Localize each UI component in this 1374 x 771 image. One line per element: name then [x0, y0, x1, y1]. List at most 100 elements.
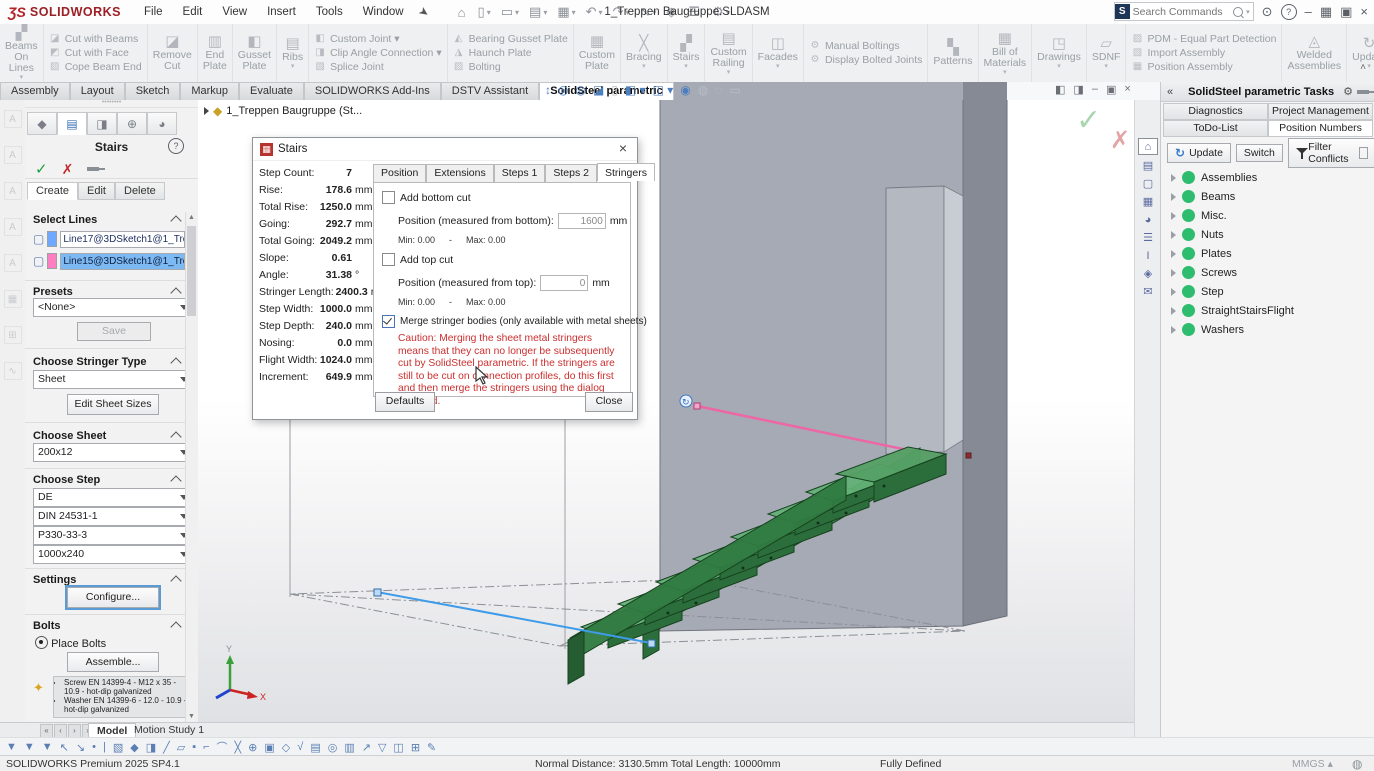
polygon-icon[interactable]: ◇ — [282, 741, 290, 754]
help-icon[interactable]: ? — [1281, 4, 1297, 20]
panel-grip[interactable]: •••••••• — [25, 100, 198, 108]
plane-icon[interactable]: ▱ — [177, 741, 185, 754]
command-tab[interactable]: SOLIDWORKS Add-Ins — [304, 82, 441, 100]
solidsteel-tasks-icon[interactable]: I — [1139, 248, 1157, 263]
separator-icon[interactable]: | — [103, 741, 106, 753]
task-pane-tab[interactable]: Project Management — [1268, 103, 1373, 120]
units-selector[interactable]: MMGS ▴ — [1292, 758, 1333, 770]
pane-gear-icon[interactable]: ⚙ — [1343, 85, 1353, 98]
expand-caret-icon[interactable] — [1171, 307, 1176, 315]
menu-item[interactable]: Insert — [258, 3, 305, 21]
select-arrow-icon[interactable]: ↖ — [60, 741, 69, 754]
update-button[interactable]: ↻ Update — [1167, 143, 1231, 163]
filter-edges-icon[interactable]: ▼ — [42, 741, 53, 753]
measure-icon[interactable]: ◎ — [328, 741, 338, 754]
tree-expand-icon[interactable] — [204, 107, 209, 115]
ribbon-command[interactable]: ◬ Welded Assemblies — [1282, 24, 1347, 82]
select-lines-header[interactable]: Select Lines — [33, 214, 97, 226]
expand-caret-icon[interactable] — [1171, 269, 1176, 277]
close-app-icon[interactable]: × — [1360, 4, 1368, 19]
expand-caret-icon[interactable] — [1171, 212, 1176, 220]
line-endpoint[interactable] — [374, 589, 381, 596]
box-icon[interactable]: ▧ — [113, 741, 123, 754]
merge-stringers-checkbox[interactable]: Merge stringer bodies (only available wi… — [382, 315, 647, 328]
dialog-tab[interactable]: Steps 2 — [545, 164, 597, 182]
edit-appearance-icon[interactable]: ◍ — [698, 83, 708, 97]
minimize-app-icon[interactable]: – — [1305, 4, 1312, 19]
pm-tab-dimxpert-icon[interactable]: ⊕ — [117, 112, 147, 135]
ribbon-command[interactable]: ⚙Manual Boltings ⚙Display Bolted Joints — [804, 24, 928, 82]
open-icon[interactable]: ▭▾ — [498, 4, 522, 20]
design-library-icon[interactable]: ▤ — [1139, 158, 1157, 173]
pm-mode-tab[interactable]: Delete — [115, 182, 165, 200]
command-tab[interactable]: Markup — [180, 82, 239, 100]
table-tool-icon[interactable]: ▤ — [310, 741, 320, 754]
ribbon-command[interactable]: ▱ SDNF ▾ — [1087, 24, 1127, 82]
filter-conflicts-button[interactable]: Filter Conflicts — [1288, 138, 1374, 168]
close-window-icon[interactable]: × — [1124, 83, 1130, 96]
pane-pin-icon[interactable] — [1357, 90, 1369, 94]
point-icon[interactable]: • — [92, 741, 96, 753]
first-tab-icon[interactable]: « — [40, 724, 53, 738]
command-tab[interactable]: Assembly — [0, 82, 70, 100]
step-dropdown[interactable]: 1000x240 — [33, 545, 193, 564]
custom-properties-icon[interactable]: ☰ — [1139, 230, 1157, 245]
ribbon-command[interactable]: ╳ Bracing ▾ — [621, 24, 668, 82]
pm-tab-assembly-icon[interactable]: ◆ — [27, 112, 57, 135]
line-endpoint[interactable] — [694, 403, 700, 409]
ribbon-command[interactable]: ▦ Custom Plate — [574, 24, 621, 82]
ribbon-command[interactable]: ↻ Update ▾ — [1347, 24, 1374, 82]
collapse-chevron-icon[interactable] — [170, 475, 181, 486]
filter-vertices-icon[interactable]: ▼ — [24, 741, 35, 753]
text-note-icon[interactable]: A — [4, 110, 22, 128]
ribbon-command[interactable]: ◧Custom Joint ▾ ◨Clip Angle Connection ▾… — [309, 24, 448, 82]
menu-item[interactable]: Edit — [174, 3, 212, 21]
selected-line-row[interactable]: ▢ Line17@3DSketch1@1_Treppe — [33, 230, 185, 248]
stringer-type-header[interactable]: Choose Stringer Type — [33, 356, 146, 368]
step-dropdown[interactable]: P330-33-3 — [33, 526, 193, 545]
hide-show-icon[interactable]: ◉ — [680, 83, 690, 97]
motion-study-tab[interactable]: Motion Study 1 — [126, 723, 212, 737]
view-orientation-icon[interactable]: ◧ ▾ — [625, 83, 646, 97]
cancel-button[interactable]: ✗ — [62, 161, 74, 178]
pm-tab-configurations-icon[interactable]: ◨ — [87, 112, 117, 135]
grid-icon[interactable]: ⊞ — [411, 741, 420, 754]
prev-tab-icon[interactable]: ‹ — [54, 724, 67, 738]
search-commands-box[interactable]: S ▾ — [1114, 2, 1254, 21]
tree-row[interactable]: Assemblies — [1171, 168, 1294, 187]
settings-header[interactable]: Settings — [33, 574, 76, 586]
bottom-cut-position-input[interactable] — [558, 213, 606, 229]
pm-tab-appearance-icon[interactable]: ◕ — [147, 112, 177, 135]
ribbon-command[interactable]: ▦ Bill of Materials ▾ — [979, 24, 1033, 82]
filter-conflicts-checkbox[interactable] — [1359, 147, 1368, 159]
search-icon[interactable] — [1233, 7, 1243, 17]
wall-edge-handle[interactable] — [966, 453, 971, 458]
pm-mode-tab[interactable]: Edit — [78, 182, 115, 200]
fillet-icon[interactable]: ◆ — [130, 741, 138, 754]
save-button[interactable]: Save — [77, 322, 151, 341]
annotate-icon[interactable]: ✎ — [427, 741, 436, 754]
expand-caret-icon[interactable] — [1171, 174, 1176, 182]
edit-sheet-sizes-button[interactable]: Edit Sheet Sizes — [67, 394, 159, 415]
collapse-chevron-icon[interactable] — [170, 621, 181, 632]
dialog-tab[interactable]: Steps 1 — [494, 164, 546, 182]
bolt-set-list[interactable]: Screw EN 14399-4 - M12 x 35 - 10.9 - hot… — [53, 676, 189, 718]
ribbon-command[interactable]: ◫ Facades ▾ — [753, 24, 804, 82]
next-tab-icon[interactable]: › — [68, 724, 81, 738]
ribbon-command[interactable]: ▨PDM - Equal Part Detection ▧Import Asse… — [1126, 24, 1282, 82]
minimize-window-icon[interactable]: – — [1092, 83, 1098, 96]
top-cut-position-input[interactable] — [540, 275, 588, 291]
expand-caret-icon[interactable] — [1171, 250, 1176, 258]
ribbon-command[interactable]: ▞ Stairs ▾ — [668, 24, 706, 82]
command-tab[interactable]: Layout — [70, 82, 125, 100]
zoom-fit-icon[interactable]: ↕ — [545, 83, 551, 97]
ribbon-command[interactable]: ▤ Ribs ▾ — [277, 24, 309, 82]
line-endpoint[interactable] — [648, 640, 655, 647]
check-sketch-icon[interactable]: √ — [297, 741, 303, 753]
stairs-dialog[interactable]: ▦ Stairs × Step Count:7 Rise:178.6mm Tot… — [252, 137, 638, 420]
dialog-tab[interactable]: Stringers — [597, 163, 655, 181]
circle-icon[interactable]: ⊕ — [248, 741, 257, 754]
apply-scene-icon[interactable]: ◌ — [715, 83, 722, 97]
ribbon-command[interactable]: ▤ Custom Railing ▾ — [705, 24, 752, 82]
triangle-icon[interactable]: ▽ — [378, 741, 386, 754]
